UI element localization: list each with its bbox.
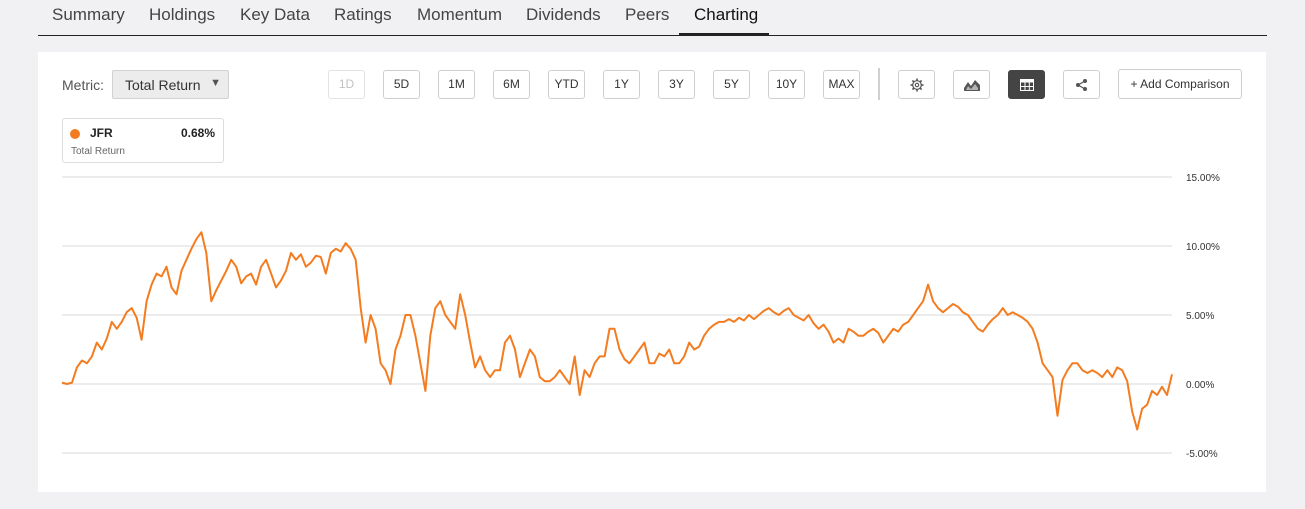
tab-bar: Summary Holdings Key Data Ratings Moment… xyxy=(38,0,1267,36)
tab-summary[interactable]: Summary xyxy=(52,5,125,25)
y-tick-label: 15.00% xyxy=(1186,173,1220,184)
y-tick-label: 5.00% xyxy=(1186,311,1214,322)
chart-card: Metric: Total Return ▼ 1D 5D 1M 6M YTD 1… xyxy=(38,52,1266,492)
y-tick-label: -5.00% xyxy=(1186,449,1218,460)
line-chart: 15.00% 10.00% 5.00% 0.00% -5.00% xyxy=(61,173,1220,460)
tab-peers[interactable]: Peers xyxy=(625,5,669,25)
tab-dividends[interactable]: Dividends xyxy=(526,5,601,25)
tab-holdings[interactable]: Holdings xyxy=(149,5,215,25)
tab-key-data[interactable]: Key Data xyxy=(240,5,310,25)
active-tab-indicator xyxy=(679,33,769,35)
tab-ratings[interactable]: Ratings xyxy=(334,5,392,25)
series-line-jfr[interactable] xyxy=(61,231,1173,431)
y-tick-label: 10.00% xyxy=(1186,242,1220,253)
y-tick-label: 0.00% xyxy=(1186,380,1214,391)
tab-charting[interactable]: Charting xyxy=(694,5,758,25)
tab-momentum[interactable]: Momentum xyxy=(417,5,502,25)
